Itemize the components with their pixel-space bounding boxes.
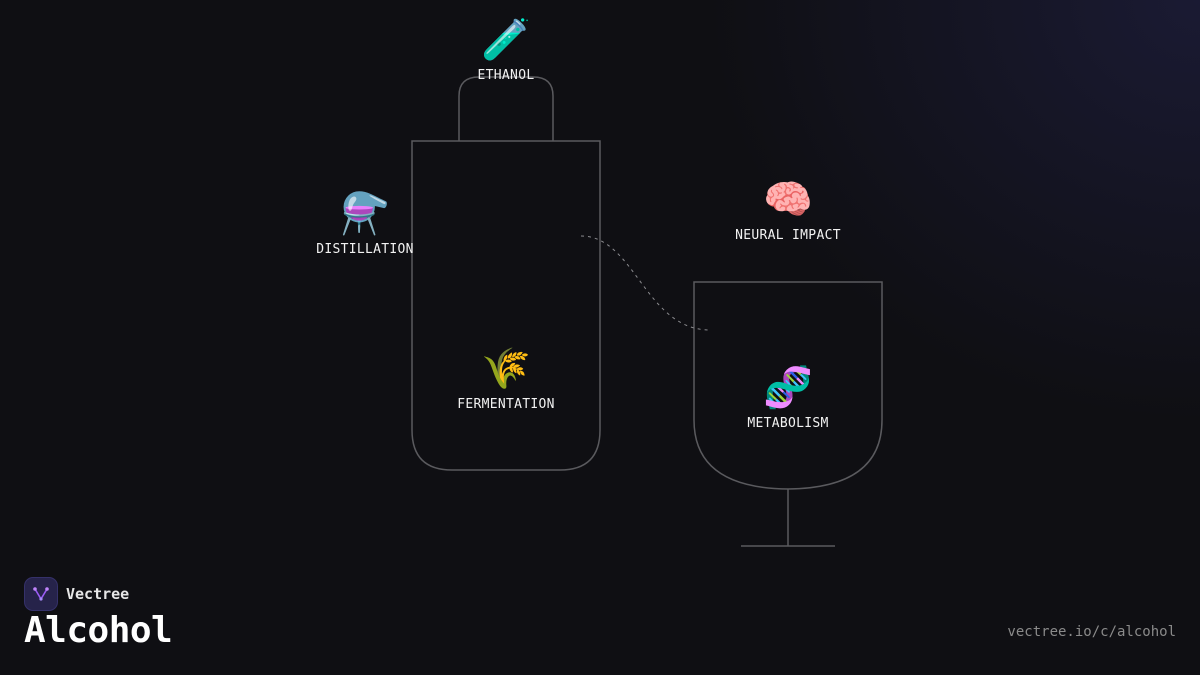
brain-icon: 🧠	[763, 177, 813, 223]
node-label-metabolism: METABOLISM	[747, 416, 829, 431]
node-label-neural-impact: NEURAL IMPACT	[735, 228, 841, 243]
node-distillation[interactable]: ⚗️ DISTILLATION	[316, 190, 414, 257]
node-fermentation[interactable]: 🌾 FERMENTATION	[457, 345, 555, 412]
wheat-icon: 🌾	[481, 346, 531, 392]
node-label-fermentation: FERMENTATION	[457, 397, 555, 412]
brand-name: Vectree	[66, 585, 130, 603]
vessel-diagram	[411, 76, 883, 547]
test-tube-icon: 🧪	[481, 17, 531, 63]
node-neural-impact[interactable]: 🧠 NEURAL IMPACT	[735, 176, 841, 243]
alembic-icon: ⚗️	[340, 191, 390, 237]
node-metabolism[interactable]: 🧬 METABOLISM	[747, 364, 828, 431]
node-label-ethanol: ETHANOL	[477, 68, 535, 83]
page-title: Alcohol	[24, 610, 173, 651]
dna-icon: 🧬	[763, 365, 813, 411]
vectree-logo-icon	[24, 577, 58, 611]
brand[interactable]: Vectree	[24, 577, 129, 611]
page-url-link[interactable]: vectree.io/c/alcohol	[1007, 624, 1176, 640]
canvas: 🧪 ETHANOL ⚗️ DISTILLATION 🌾 FERMENTATION…	[0, 0, 1200, 675]
bottle-body-outline	[411, 140, 601, 471]
node-ethanol[interactable]: 🧪 ETHANOL	[478, 16, 535, 83]
node-label-distillation: DISTILLATION	[316, 242, 414, 257]
bottle-neck-outline	[458, 76, 554, 141]
